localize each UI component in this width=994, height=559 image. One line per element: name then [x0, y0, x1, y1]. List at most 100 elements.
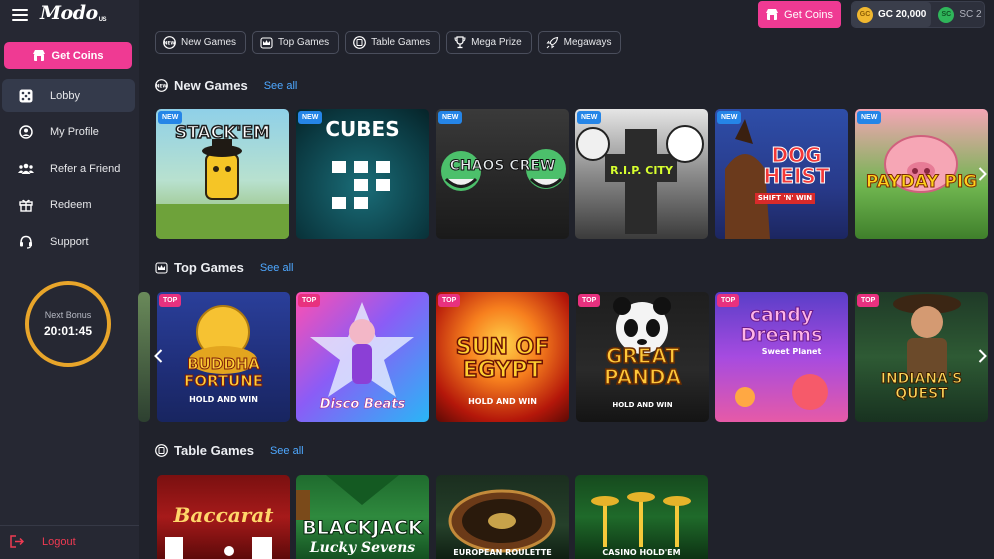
new-icon: NEW: [155, 79, 168, 92]
game-title: SUN OF EGYPT: [455, 335, 550, 384]
logout-label: Logout: [42, 535, 76, 548]
game-title: BLACKJACK: [302, 517, 423, 539]
rocket-icon: [546, 36, 558, 49]
see-all-link[interactable]: See all: [270, 445, 304, 457]
sidebar-get-coins-button[interactable]: Get Coins: [4, 42, 132, 69]
game-card[interactable]: NEW CUBES: [296, 109, 429, 239]
header-get-coins-button[interactable]: Get Coins: [758, 1, 841, 28]
logo-suffix: US: [98, 17, 107, 23]
badge-top: TOP: [298, 294, 321, 307]
sidebar-item-label: Redeem: [50, 199, 92, 211]
sidebar-item-label: Refer a Friend: [50, 162, 121, 175]
sidebar-item-lobby[interactable]: Lobby: [2, 79, 135, 112]
game-card[interactable]: TOP Disco Beats: [296, 292, 429, 422]
crown-icon: [260, 37, 273, 49]
sidebar: ModoUS Get Coins Lobby My Profile Refer …: [0, 0, 139, 559]
sweeps-coin-balance[interactable]: SC SC 2: [931, 6, 982, 23]
game-card[interactable]: TOP INDIANA'S QUEST: [855, 292, 988, 422]
game-card[interactable]: Baccarat: [157, 475, 290, 559]
top-games-header: Top Games See all: [155, 260, 293, 275]
game-card[interactable]: BLACKJACK Lucky Sevens: [296, 475, 429, 559]
sidebar-item-refer-a-friend[interactable]: Refer a Friend: [2, 152, 135, 185]
gold-coin-icon: GC: [857, 6, 873, 23]
game-card[interactable]: TOP SUN OF EGYPT HOLD AND WIN: [436, 292, 569, 422]
user-circle-icon: [19, 125, 33, 139]
gold-coin-balance[interactable]: GC GC 20,000: [852, 2, 932, 27]
badge-new: NEW: [857, 111, 882, 124]
chevron-right-icon: [978, 167, 987, 181]
sidebar-item-support[interactable]: Support: [2, 225, 135, 258]
chip-megaways[interactable]: Megaways: [537, 31, 622, 54]
game-card[interactable]: NEW PAYDAY PIG: [855, 109, 988, 239]
logo-name: Modo: [40, 2, 98, 24]
game-card[interactable]: NEW R.I.P. CITY: [575, 109, 708, 239]
game-card[interactable]: CASINO HOLD'EM: [575, 475, 708, 559]
see-all-link[interactable]: See all: [264, 80, 298, 92]
badge-top: TOP: [438, 294, 461, 307]
game-title: candy Dreams: [740, 304, 823, 346]
logo[interactable]: ModoUS: [40, 2, 107, 24]
game-art: [591, 492, 691, 547]
next-bonus-title: Next Bonus: [44, 310, 92, 320]
badge-top: TOP: [857, 294, 880, 307]
section-title: New Games: [174, 78, 248, 93]
badge-new: NEW: [717, 111, 742, 124]
sidebar-item-label: Lobby: [50, 89, 80, 102]
store-icon: [32, 50, 45, 61]
chip-label: Table Games: [371, 37, 431, 48]
game-title: CASINO HOLD'EM: [602, 548, 681, 557]
game-subtitle: Sweet Planet: [761, 347, 822, 356]
svg-text:NEW: NEW: [156, 83, 168, 89]
menu-icon[interactable]: [12, 9, 28, 21]
game-title: CHAOS CREW: [449, 158, 556, 174]
game-art: [448, 489, 556, 553]
new-games-next-arrow[interactable]: [970, 154, 994, 194]
new-icon: NEW: [163, 36, 176, 49]
dice-icon: [19, 89, 33, 102]
next-bonus-timer: Next Bonus 20:01:45: [25, 281, 111, 367]
badge-new: NEW: [438, 111, 463, 124]
table-games-header: Table Games See all: [155, 443, 304, 458]
sweeps-coin-icon: SC: [938, 6, 955, 23]
game-card[interactable]: NEW CHAOS CREW: [436, 109, 569, 239]
game-card[interactable]: NEW DOG HEIST SHIFT 'N' WIN: [715, 109, 848, 239]
sidebar-get-coins-label: Get Coins: [51, 49, 104, 62]
new-games-header: NEW New Games See all: [155, 78, 297, 93]
game-art: [441, 149, 566, 191]
game-card[interactable]: TOP candy Dreams Sweet Planet: [715, 292, 848, 422]
sidebar-item-my-profile[interactable]: My Profile: [2, 116, 135, 149]
store-icon: [766, 9, 779, 20]
cards-icon: [353, 36, 367, 49]
badge-top: TOP: [159, 294, 182, 307]
badge-new: NEW: [577, 111, 602, 124]
section-title: Top Games: [174, 260, 244, 275]
logout-icon: [10, 535, 24, 548]
chip-table-games[interactable]: Table Games: [345, 31, 441, 54]
sidebar-item-label: My Profile: [50, 126, 99, 138]
next-bonus-time: 20:01:45: [43, 324, 93, 338]
chip-top-games[interactable]: Top Games: [252, 31, 340, 54]
game-subtitle: SHIFT 'N' WIN: [755, 193, 815, 204]
chevron-right-icon: [978, 349, 987, 363]
logout-button[interactable]: Logout: [10, 535, 76, 548]
top-games-next-arrow[interactable]: [970, 336, 994, 376]
chip-label: Top Games: [278, 37, 330, 48]
top-games-prev-arrow[interactable]: [146, 336, 170, 376]
see-all-link[interactable]: See all: [260, 262, 294, 274]
chevron-left-icon: [153, 349, 162, 363]
game-card[interactable]: EUROPEAN ROULETTE: [436, 475, 569, 559]
balance-switcher: GC GC 20,000 SC SC 2: [851, 1, 985, 28]
game-card[interactable]: NEW STACK'EM: [156, 109, 289, 239]
game-card[interactable]: TOP GREAT PANDA HOLD AND WIN: [576, 292, 709, 422]
game-title: GREAT PANDA: [603, 344, 682, 389]
chip-new-games[interactable]: NEW New Games: [155, 31, 247, 54]
sidebar-item-redeem[interactable]: Redeem: [2, 189, 135, 222]
game-title: R.I.P. CITY: [610, 164, 673, 177]
chip-mega-prize[interactable]: Mega Prize: [446, 31, 532, 54]
game-title: DOG HEIST: [763, 143, 830, 188]
game-title: EUROPEAN ROULETTE: [453, 548, 552, 557]
game-title: CUBES: [325, 117, 400, 141]
game-title: INDIANA'S QUEST: [880, 371, 963, 403]
game-card[interactable]: TOP BUDDHA FORTUNE HOLD AND WIN: [157, 292, 290, 422]
game-subtitle: Lucky Sevens: [309, 540, 416, 556]
